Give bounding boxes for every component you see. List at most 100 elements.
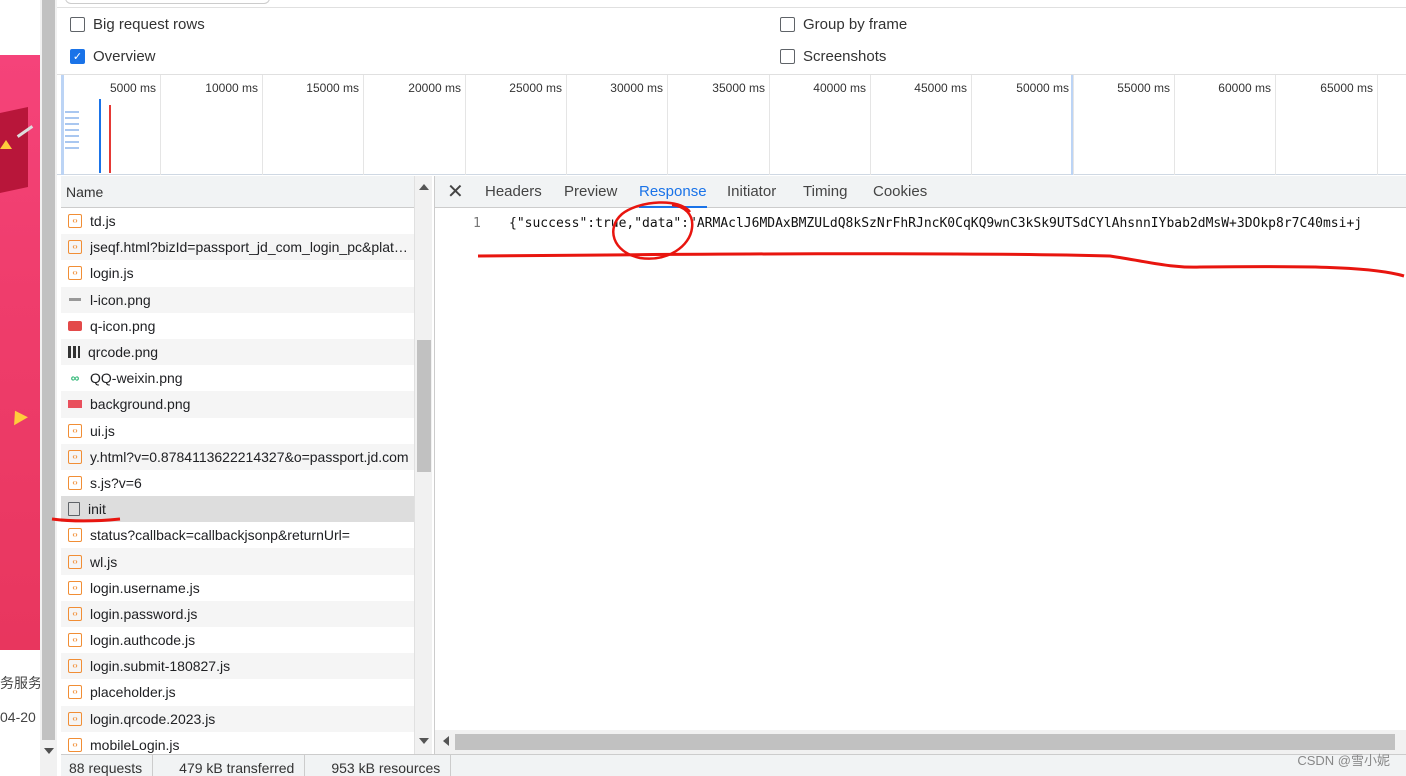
page-scrollbar-thumb[interactable]	[42, 0, 55, 740]
timeline-tick: 25000 ms	[466, 75, 567, 175]
request-row[interactable]: ∞ QQ-weixin.png	[61, 365, 414, 391]
request-row[interactable]: ‹› login.qrcode.2023.js	[61, 705, 414, 732]
request-row[interactable]: q-icon.png	[61, 313, 414, 339]
tab-preview[interactable]: Preview	[564, 176, 617, 208]
image-file-icon	[68, 293, 82, 307]
name-column-header[interactable]: Name	[61, 176, 414, 208]
request-name: mobileLogin.js	[90, 736, 180, 753]
timeline-tick: 35000 ms	[668, 75, 770, 175]
request-name: login.qrcode.2023.js	[90, 710, 216, 727]
request-row[interactable]: qrcode.png	[61, 338, 414, 366]
image-file-icon	[68, 400, 82, 409]
tab-cookies[interactable]: Cookies	[873, 176, 927, 208]
timeline-tick: 20000 ms	[364, 75, 466, 175]
script-file-icon: ‹›	[68, 423, 82, 438]
line-number: 1	[473, 216, 481, 231]
overview-option[interactable]: ✓ Overview	[70, 48, 156, 65]
page-text-date: 04-20	[0, 709, 36, 725]
page-text-service: 务服务	[0, 675, 40, 691]
script-file-icon: ‹›	[68, 528, 82, 543]
request-name: qrcode.png	[88, 344, 159, 361]
filter-input-edge[interactable]	[65, 0, 270, 4]
request-row[interactable]: ‹› login.password.js	[61, 600, 414, 627]
overview-checkbox[interactable]: ✓	[70, 49, 85, 64]
request-row[interactable]: ‹› login.submit-180827.js	[61, 653, 414, 680]
script-file-icon: ‹›	[68, 685, 82, 700]
request-row[interactable]: ‹› s.js?v=6	[61, 470, 414, 496]
request-name: init	[88, 501, 106, 518]
request-name: login.submit-180827.js	[90, 658, 231, 675]
overview-label: Overview	[93, 48, 156, 65]
qrcode-image-icon	[68, 346, 80, 359]
screenshots-option[interactable]: Screenshots	[780, 48, 886, 65]
scroll-left-arrow-icon[interactable]	[443, 736, 449, 746]
timeline-tick: 40000 ms	[770, 75, 871, 175]
big-request-rows-option[interactable]: Big request rows	[70, 16, 205, 33]
request-name: td.js	[90, 213, 116, 230]
request-rows: ‹› td.js ‹› jseqf.html?bizId=passport_jd_co…	[61, 208, 414, 754]
timeline-tick: 65000 ms	[1276, 75, 1378, 175]
script-file-icon: ‹›	[68, 606, 82, 621]
request-row[interactable]: ‹› login.authcode.js	[61, 627, 414, 653]
request-row[interactable]: ‹› y.html?v=0.8784113622214327&o=passport…	[61, 443, 414, 470]
script-file-icon: ‹›	[68, 475, 82, 490]
request-name: login.js	[90, 265, 134, 282]
request-row[interactable]: ‹› login.username.js	[61, 575, 414, 601]
group-by-frame-checkbox[interactable]	[780, 17, 795, 32]
tab-initiator[interactable]: Initiator	[727, 176, 776, 208]
response-horizontal-scrollbar[interactable]	[435, 730, 1406, 754]
request-name: l-icon.png	[90, 291, 151, 308]
request-row[interactable]: ‹› mobileLogin.js	[61, 732, 414, 754]
response-code-line[interactable]: {"success":true,"data":"ARMAclJ6MDAxBMZU…	[509, 216, 1406, 231]
close-icon[interactable]: ✕	[447, 180, 464, 204]
screenshot-root: 务服务 04-20 Big request rows Group by fram…	[0, 0, 1406, 776]
request-row[interactable]: l-icon.png	[61, 286, 414, 313]
request-name: ui.js	[90, 422, 115, 439]
tab-headers[interactable]: Headers	[485, 176, 542, 208]
timeline-tick: 15000 ms	[263, 75, 364, 175]
devtools-network-panel: Big request rows Group by frame ✓ Overvi…	[57, 0, 1406, 776]
screenshots-label: Screenshots	[803, 48, 887, 65]
scroll-down-arrow-icon[interactable]	[419, 738, 429, 744]
timeline-selection-handle[interactable]	[1071, 75, 1073, 175]
request-name: login.authcode.js	[90, 632, 196, 649]
script-file-icon: ‹›	[68, 580, 82, 595]
request-name: login.username.js	[90, 579, 200, 596]
web-page-fragment: 务服务 04-20	[0, 0, 40, 776]
script-file-icon: ‹›	[68, 711, 82, 726]
timeline-tick: 30000 ms	[567, 75, 668, 175]
response-scrollbar-thumb[interactable]	[455, 734, 1395, 750]
response-body[interactable]: 1 {"success":true,"data":"ARMAclJ6MDAxBM…	[435, 208, 1406, 730]
page-scrollbar[interactable]	[40, 0, 57, 776]
request-row[interactable]: background.png	[61, 391, 414, 418]
resources-size: 953 kB resources	[305, 754, 452, 776]
screenshots-checkbox[interactable]	[780, 49, 795, 64]
request-row[interactable]: ‹› ui.js	[61, 418, 414, 444]
big-request-rows-label: Big request rows	[93, 16, 205, 33]
detail-tab-bar: ✕ Headers Preview Response Initiator Tim…	[435, 176, 1406, 208]
request-row[interactable]: ‹› wl.js	[61, 548, 414, 575]
timeline-tick: 55000 ms	[1074, 75, 1175, 175]
request-name: s.js?v=6	[90, 474, 142, 491]
request-name: wl.js	[90, 553, 118, 570]
request-list-scrollbar-thumb[interactable]	[417, 340, 431, 472]
big-request-rows-checkbox[interactable]	[70, 17, 85, 32]
request-list-scrollbar[interactable]	[414, 176, 432, 754]
request-row[interactable]: ‹› login.js	[61, 260, 414, 286]
request-row[interactable]: ‹› jseqf.html?bizId=passport_jd_com_login…	[61, 234, 414, 261]
tab-response[interactable]: Response	[639, 176, 707, 208]
request-row[interactable]: ‹› placeholder.js	[61, 679, 414, 705]
network-overview-timeline[interactable]: 5000 ms 10000 ms 15000 ms 20000 ms 25000…	[57, 74, 1406, 175]
scroll-up-arrow-icon[interactable]	[419, 184, 429, 190]
tab-timing[interactable]: Timing	[803, 176, 847, 208]
group-by-frame-option[interactable]: Group by frame	[780, 16, 907, 33]
request-row[interactable]: init	[61, 496, 414, 523]
script-file-icon: ‹›	[68, 449, 82, 464]
script-file-icon: ‹›	[68, 554, 82, 569]
request-row[interactable]: ‹› status?callback=callbackjsonp&returnUr…	[61, 522, 414, 548]
scroll-down-arrow-icon[interactable]	[44, 748, 54, 754]
script-file-icon: ‹›	[68, 214, 82, 229]
request-row[interactable]: ‹› td.js	[61, 208, 414, 234]
script-file-icon: ‹›	[68, 266, 82, 281]
network-status-bar: 88 requests 479 kB transferred 953 kB re…	[61, 754, 1406, 776]
